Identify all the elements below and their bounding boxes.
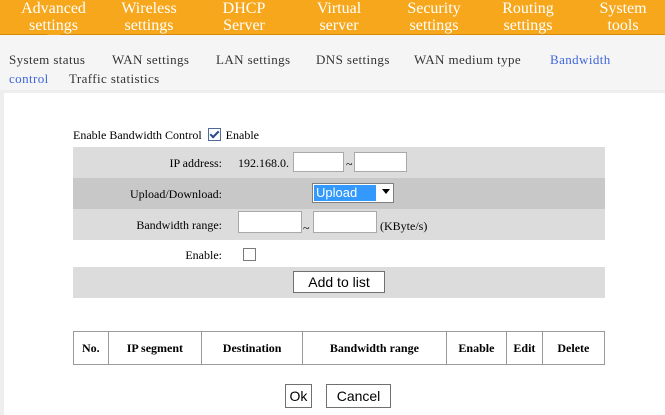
bandwidth-min-input[interactable] [238, 211, 302, 233]
chevron-down-icon [382, 189, 390, 194]
add-to-list-row: Add to list [73, 267, 605, 298]
col-edit: Edit [506, 331, 543, 365]
bandwidth-range-label: Bandwidth range: [136, 218, 222, 232]
tab-dhcp-server[interactable]: DHCP Server [197, 0, 291, 34]
subnav-system-status[interactable]: System status [9, 52, 85, 68]
upload-download-row: Upload/Download: Upload [73, 178, 605, 209]
upload-download-value: Upload [314, 185, 376, 201]
cancel-button[interactable]: Cancel [326, 384, 391, 408]
bandwidth-unit: (KByte/s) [380, 219, 428, 233]
upload-download-select[interactable]: Upload [312, 183, 394, 203]
bandwidth-range-row: Bandwidth range: ~ (KByte/s) [73, 209, 605, 240]
enable-bandwidth-checkbox[interactable] [207, 128, 221, 141]
subnav-wan-settings[interactable]: WAN settings [112, 52, 189, 68]
subnav-traffic-statistics[interactable]: Traffic statistics [69, 71, 160, 87]
enable-bandwidth-label: Enable Bandwidth Control [73, 128, 202, 142]
bandwidth-range-tilde: ~ [303, 221, 310, 235]
subnav-lan-settings[interactable]: LAN settings [216, 52, 291, 68]
col-no: No. [73, 331, 109, 365]
tab-system-tools[interactable]: System tools [580, 0, 665, 34]
ip-range-tilde: ~ [346, 157, 353, 171]
subnav-dns-settings[interactable]: DNS settings [316, 52, 390, 68]
ip-address-label: IP address: [169, 156, 222, 170]
subnav-bandwidth-control-cont[interactable]: control [9, 71, 49, 87]
ip-prefix: 192.168.0. [238, 156, 289, 170]
table-header-row: No. IP segment Destination Bandwidth ran… [73, 331, 606, 365]
tab-virtual-server[interactable]: Virtual server [292, 0, 386, 34]
upload-download-label: Upload/Download: [130, 187, 222, 201]
sub-nav: System status WAN settings LAN settings … [0, 35, 665, 90]
col-destination: Destination [201, 331, 304, 365]
enable-label: Enable: [185, 248, 222, 262]
tab-wireless-settings[interactable]: Wireless settings [102, 0, 196, 34]
bandwidth-max-input[interactable] [313, 211, 377, 233]
col-bandwidth-range: Bandwidth range [302, 331, 447, 365]
ip-end-input[interactable] [354, 152, 407, 172]
add-to-list-button[interactable]: Add to list [293, 271, 385, 293]
tab-routing-settings[interactable]: Routing settings [481, 0, 575, 34]
col-delete: Delete [541, 331, 606, 365]
tab-advanced-settings[interactable]: Advanced settings [6, 0, 101, 34]
ok-button[interactable]: Ok [285, 384, 312, 408]
top-nav: Advanced settings Wireless settings DHCP… [0, 0, 665, 35]
enable-bandwidth-row: Enable Bandwidth Control Enable [73, 128, 259, 143]
ip-start-input[interactable] [293, 152, 344, 172]
tab-security-settings[interactable]: Security settings [387, 0, 481, 34]
rules-table: No. IP segment Destination Bandwidth ran… [73, 331, 606, 365]
col-enable: Enable [445, 331, 508, 365]
enable-checkbox[interactable] [243, 248, 256, 261]
subnav-wan-medium-type[interactable]: WAN medium type [414, 52, 521, 68]
col-ip-segment: IP segment [107, 331, 203, 365]
enable-bandwidth-text: Enable [225, 128, 259, 142]
ip-address-row: IP address: 192.168.0. ~ [73, 147, 605, 178]
subnav-bandwidth-control[interactable]: Bandwidth [550, 52, 611, 68]
